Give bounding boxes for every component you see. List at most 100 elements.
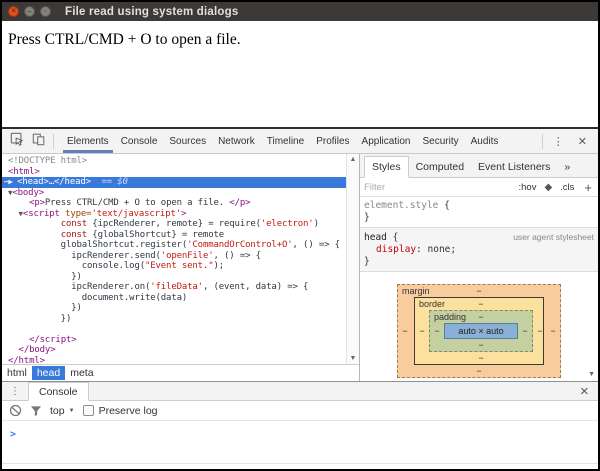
tab-console-drawer[interactable]: Console	[28, 382, 89, 401]
dom-tree-line[interactable]: const {globalShortcut} = remote	[2, 230, 346, 241]
box-model-content[interactable]: auto × auto	[444, 323, 518, 339]
tab-application[interactable]: Application	[356, 129, 417, 153]
style-rules: element.style {}head {user agent stylesh…	[360, 197, 598, 272]
dom-tree-line[interactable]: </html>	[2, 356, 346, 365]
tab-audits[interactable]: Audits	[465, 129, 505, 153]
tab-elements[interactable]: Elements	[61, 129, 115, 153]
inspect-cursor-icon	[10, 132, 24, 151]
style-filter-toggles: :hov◆.cls+	[514, 180, 594, 195]
box-model-margin[interactable]: margin − − border − − padding − − auto ×…	[397, 284, 561, 378]
page-content: Press CTRL/CMD + O to open a file.	[2, 21, 598, 127]
breadcrumb-item-meta[interactable]: meta	[65, 366, 98, 380]
margin-top-value[interactable]: −	[476, 286, 481, 296]
styles-scroll-down-icon[interactable]: ▼	[588, 371, 595, 378]
devtools-close-icon[interactable]: ✕	[571, 135, 594, 148]
styles-filter-row: :hov◆.cls+	[360, 178, 598, 197]
styles-sidebar: StylesComputedEvent Listeners» :hov◆.cls…	[359, 154, 598, 381]
preserve-log-label: Preserve log	[99, 405, 158, 417]
devtools-menu-icon[interactable]: ⋮	[546, 135, 571, 148]
padding-bottom-value[interactable]: −	[478, 340, 483, 350]
dom-tree-line[interactable]: globalShortcut.register('CommandOrContro…	[2, 240, 346, 251]
devtools-tabs: ElementsConsoleSourcesNetworkTimelinePro…	[61, 129, 504, 153]
styles-filter-input[interactable]	[364, 182, 514, 193]
class-toggle[interactable]: .cls	[556, 182, 578, 193]
pseudo-state-toggle[interactable]: :hov	[514, 182, 540, 193]
scroll-down-icon[interactable]: ▼	[350, 355, 357, 362]
window-maximize-button[interactable]: ▫	[40, 6, 51, 17]
window-minimize-button[interactable]: –	[24, 6, 35, 17]
sidebar-tab-more[interactable]: »	[557, 157, 577, 177]
border-left-value[interactable]: −	[419, 326, 424, 336]
dom-tree-line[interactable]	[2, 324, 346, 335]
console-close-icon[interactable]: ✕	[571, 382, 598, 400]
window-title: File read using system dialogs	[65, 6, 238, 18]
scroll-up-icon[interactable]: ▲	[350, 156, 357, 163]
console-prompt-icon: >	[10, 429, 16, 440]
new-style-rule-button[interactable]: +	[578, 180, 594, 195]
dom-tree-line[interactable]: ipcRenderer.on('fileData', (event, data)…	[2, 282, 346, 293]
padding-left-value[interactable]: −	[434, 326, 439, 336]
inspect-element-button[interactable]	[6, 132, 28, 151]
style-rule-element-style[interactable]: element.style {}	[360, 197, 598, 228]
dom-tree-line[interactable]: const {ipcRenderer, remote} = require('e…	[2, 219, 346, 230]
breadcrumb-item-html[interactable]: html	[2, 366, 32, 380]
margin-bottom-value[interactable]: −	[476, 366, 481, 376]
border-right-value[interactable]: −	[537, 326, 542, 336]
dom-tree-line[interactable]: })	[2, 314, 346, 325]
window-close-button[interactable]: ✕	[8, 6, 19, 17]
diamond-icon[interactable]: ◆	[540, 182, 556, 193]
console-drawer: ⋮ Console ✕ top ▼	[2, 381, 598, 469]
clear-console-icon[interactable]	[9, 404, 22, 417]
rule-origin-note: user agent stylesheet	[505, 231, 594, 243]
dom-tree-line[interactable]: })	[2, 303, 346, 314]
dom-tree-line[interactable]: ▼<body>	[2, 188, 346, 199]
box-model-border[interactable]: border − − padding − − auto × auto − −	[414, 297, 544, 365]
toolbar-divider	[53, 134, 54, 149]
tab-timeline[interactable]: Timeline	[261, 129, 310, 153]
box-model-padding[interactable]: padding − − auto × auto − −	[429, 310, 533, 352]
padding-top-value[interactable]: −	[478, 312, 483, 322]
padding-right-value[interactable]: −	[522, 326, 527, 336]
tab-network[interactable]: Network	[212, 129, 261, 153]
margin-left-value[interactable]: −	[402, 326, 407, 336]
tab-profiles[interactable]: Profiles	[310, 129, 355, 153]
dom-tree-line[interactable]: document.write(data)	[2, 293, 346, 304]
dom-tree-line[interactable]: ipcRenderer.send('openFile', () => {	[2, 251, 346, 262]
dom-tree-line[interactable]: <!DOCTYPE html>	[2, 156, 346, 167]
preserve-log-checkbox[interactable]	[83, 405, 94, 416]
dom-tree-wrap: <!DOCTYPE html><html>⋯▶ <head>…</head> =…	[2, 154, 359, 364]
dom-tree: <!DOCTYPE html><html>⋯▶ <head>…</head> =…	[2, 154, 346, 364]
dom-tree-line[interactable]: console.log("Event sent.");	[2, 261, 346, 272]
filter-funnel-icon[interactable]	[30, 405, 42, 417]
breadcrumb: htmlheadmeta	[2, 364, 359, 381]
device-toolbar-button[interactable]	[28, 132, 50, 151]
border-bottom-value[interactable]: −	[478, 353, 483, 363]
sidebar-tab-event-listeners[interactable]: Event Listeners	[471, 157, 557, 177]
console-menu-icon[interactable]: ⋮	[2, 382, 28, 400]
tab-console[interactable]: Console	[115, 129, 164, 153]
margin-label: margin	[402, 286, 430, 296]
console-scrollbar-track	[2, 463, 598, 464]
context-label: top	[50, 405, 65, 417]
devtools-toolbar-right: ⋮ ✕	[539, 129, 594, 153]
dom-tree-line[interactable]: ⋯▶ <head>…</head> == $0	[2, 177, 346, 188]
breadcrumb-item-head[interactable]: head	[32, 366, 65, 380]
margin-right-value[interactable]: −	[550, 326, 555, 336]
style-rule-head[interactable]: head {user agent stylesheetdisplay: none…	[360, 228, 598, 272]
devtools-main: <!DOCTYPE html><html>⋯▶ <head>…</head> =…	[2, 154, 598, 381]
dom-tree-line[interactable]: </body>	[2, 345, 346, 356]
dom-tree-line[interactable]: })	[2, 272, 346, 283]
tab-security[interactable]: Security	[416, 129, 464, 153]
dom-tree-line[interactable]: <p>Press CTRL/CMD + O to open a file. </…	[2, 198, 346, 209]
page-body-text: Press CTRL/CMD + O to open a file.	[8, 31, 598, 49]
dom-tree-line[interactable]: ▼<script type='text/javascript'>	[2, 209, 346, 220]
elements-scrollbar[interactable]: ▲ ▼	[346, 154, 359, 364]
dom-tree-line[interactable]: <html>	[2, 167, 346, 178]
sidebar-tab-styles[interactable]: Styles	[364, 156, 409, 178]
sidebar-tab-computed[interactable]: Computed	[409, 157, 471, 177]
execution-context-selector[interactable]: top ▼	[50, 405, 75, 417]
dom-tree-line[interactable]: </script>	[2, 335, 346, 346]
border-top-value[interactable]: −	[478, 299, 483, 309]
tab-sources[interactable]: Sources	[163, 129, 212, 153]
console-body[interactable]: >	[2, 421, 598, 469]
